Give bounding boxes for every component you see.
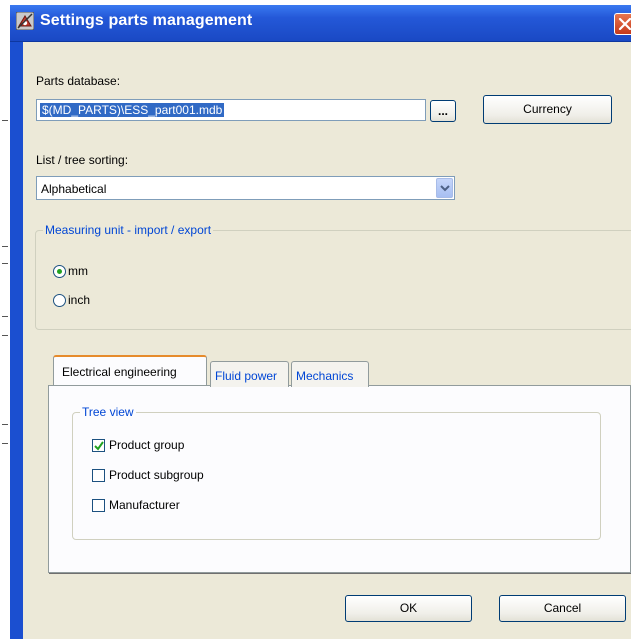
radio-mm[interactable] xyxy=(53,265,66,278)
checkbox-manufacturer-label[interactable]: Manufacturer xyxy=(109,498,180,512)
measuring-unit-legend: Measuring unit - import / export xyxy=(43,223,214,237)
tree-view-legend: Tree view xyxy=(80,405,136,419)
checkbox-manufacturer[interactable] xyxy=(92,499,105,512)
chevron-down-icon[interactable] xyxy=(436,178,453,198)
tab-electrical-engineering-label: Electrical engineering xyxy=(62,365,177,379)
tab-mechanics[interactable]: Mechanics xyxy=(291,361,369,387)
sorting-selected-value: Alphabetical xyxy=(41,182,107,196)
browse-label: ... xyxy=(437,104,448,118)
tab-mechanics-label: Mechanics xyxy=(296,369,354,383)
background-edge xyxy=(0,0,10,639)
radio-mm-label[interactable]: mm xyxy=(68,264,88,278)
settings-parts-icon xyxy=(15,11,35,31)
radio-inch-label[interactable]: inch xyxy=(68,293,90,307)
currency-label: Currency xyxy=(523,102,572,116)
radio-selected-dot xyxy=(57,269,62,274)
ok-button[interactable]: OK xyxy=(345,595,472,622)
window-title: Settings parts management xyxy=(40,12,253,29)
measuring-unit-group xyxy=(35,230,631,330)
sorting-label: List / tree sorting: xyxy=(36,153,129,167)
browse-button[interactable]: ... xyxy=(430,100,456,122)
cancel-button[interactable]: Cancel xyxy=(499,595,626,622)
settings-dialog: Settings parts management Parts database… xyxy=(10,5,631,639)
parts-database-label: Parts database: xyxy=(36,74,121,88)
tab-fluid-power[interactable]: Fluid power xyxy=(210,361,289,387)
cancel-label: Cancel xyxy=(543,601,582,615)
tab-electrical-engineering[interactable]: Electrical engineering xyxy=(53,355,207,385)
title-bar[interactable]: Settings parts management xyxy=(10,5,631,42)
close-button[interactable] xyxy=(614,13,631,35)
tab-fluid-power-label: Fluid power xyxy=(215,369,278,383)
radio-inch[interactable] xyxy=(53,294,66,307)
currency-button[interactable]: Currency xyxy=(483,95,612,124)
ok-label: OK xyxy=(399,601,418,615)
sorting-select[interactable]: Alphabetical xyxy=(36,176,455,200)
checkbox-product-subgroup[interactable] xyxy=(92,469,105,482)
checkmark-icon xyxy=(94,441,104,451)
parts-database-value: $(MD_PARTS)\ESS_part001.mdb xyxy=(40,103,225,117)
checkbox-product-subgroup-label[interactable]: Product subgroup xyxy=(109,468,204,482)
parts-database-input[interactable]: $(MD_PARTS)\ESS_part001.mdb xyxy=(36,99,426,121)
checkbox-product-group-label[interactable]: Product group xyxy=(109,438,184,452)
checkbox-product-group[interactable] xyxy=(92,439,105,452)
dialog-body: Parts database: $(MD_PARTS)\ESS_part001.… xyxy=(23,42,631,639)
